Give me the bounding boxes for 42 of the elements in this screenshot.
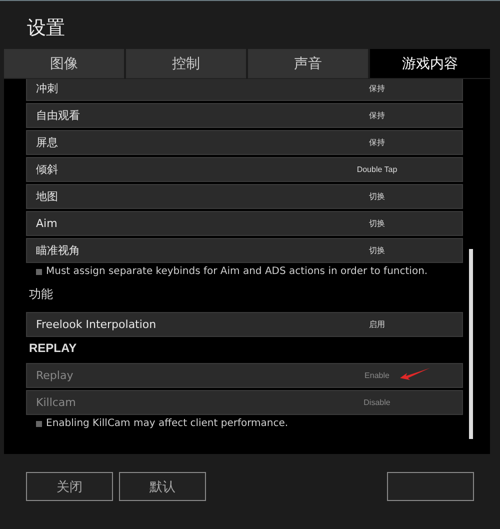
- setting-label: 自由观看: [36, 108, 81, 123]
- setting-label: Killcam: [36, 396, 77, 409]
- window-title: 设置: [26, 16, 66, 41]
- tab[interactable]: 图像: [4, 49, 124, 79]
- setting-label: 冲刺: [36, 81, 59, 96]
- setting-row[interactable]: 冲刺 保持: [26, 79, 463, 101]
- note-text: Enabling KillCam may affect client performance.: [46, 418, 288, 429]
- arrow-icon: [399, 367, 431, 381]
- footer-button[interactable]: [387, 472, 474, 501]
- setting-label: Replay: [36, 369, 74, 382]
- section-heading: REPLAY: [28, 340, 78, 357]
- setting-value[interactable]: 保持: [322, 83, 432, 94]
- setting-value[interactable]: 启用: [322, 319, 432, 330]
- setting-value[interactable]: 切换: [322, 191, 432, 202]
- setting-value[interactable]: 保持: [322, 137, 432, 148]
- setting-value[interactable]: 切换: [322, 218, 432, 229]
- tab[interactable]: 游戏内容: [370, 49, 490, 79]
- setting-label: 瞄准视角: [36, 243, 81, 258]
- setting-row[interactable]: 自由观看 保持: [26, 103, 463, 128]
- setting-row[interactable]: 地图 切换: [26, 184, 463, 209]
- bullet-icon: [36, 420, 42, 426]
- setting-label: Aim: [36, 217, 58, 230]
- tab[interactable]: 声音: [248, 49, 368, 79]
- footer-button[interactable]: 关闭: [26, 472, 113, 501]
- footer-button[interactable]: 默认: [119, 472, 206, 501]
- setting-value[interactable]: 切换: [322, 245, 432, 256]
- note-text: Must assign separate keybinds for Aim and ADS actions in order to function.: [46, 266, 428, 277]
- setting-label: Freelook Interpolation: [36, 318, 158, 331]
- setting-row[interactable]: 瞄准视角 切换: [26, 238, 463, 263]
- tab[interactable]: 控制: [126, 49, 246, 79]
- setting-value[interactable]: 保持: [322, 110, 432, 121]
- bullet-icon: [36, 268, 42, 274]
- setting-label: 屏息: [36, 135, 59, 150]
- setting-row[interactable]: Freelook Interpolation 启用: [26, 312, 463, 337]
- setting-row[interactable]: Aim 切换: [26, 211, 463, 236]
- setting-value[interactable]: Double Tap: [322, 165, 432, 174]
- setting-label: 地图: [36, 189, 59, 204]
- setting-row[interactable]: 屏息 保持: [26, 130, 463, 155]
- scrollbar-thumb[interactable]: [469, 249, 473, 439]
- setting-label: 倾斜: [36, 162, 59, 177]
- section-heading: 功能: [28, 286, 54, 303]
- setting-row[interactable]: 倾斜 Double Tap: [26, 157, 463, 182]
